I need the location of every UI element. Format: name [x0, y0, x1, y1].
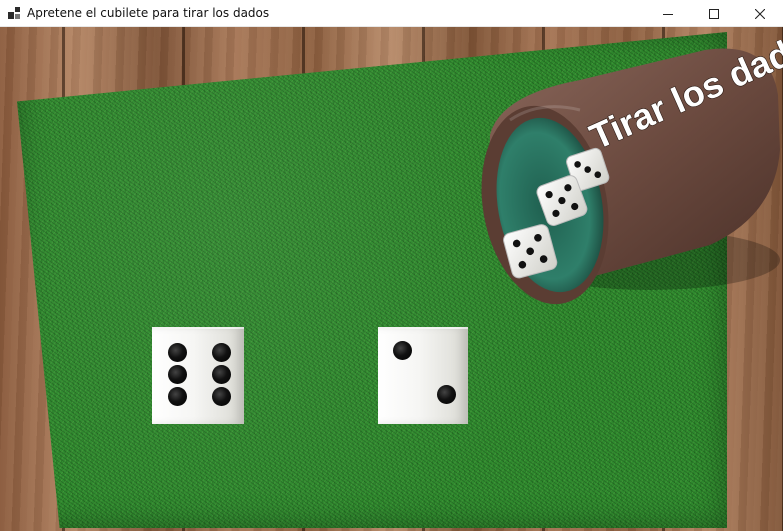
window-title: Apretene el cubilete para tirar los dado…	[27, 6, 270, 20]
close-button[interactable]	[737, 0, 783, 27]
pip	[168, 365, 187, 384]
result-die-1	[152, 327, 244, 424]
minimize-button[interactable]	[645, 0, 691, 27]
pip	[212, 365, 231, 384]
close-icon	[755, 8, 765, 19]
window-controls	[645, 0, 783, 27]
maximize-button[interactable]	[691, 0, 737, 27]
dice-cup-graphic: Tirar los dados!	[481, 40, 783, 305]
pip	[168, 343, 187, 362]
maximize-icon	[709, 8, 719, 19]
pip	[437, 385, 456, 404]
pip	[393, 341, 412, 360]
pip	[168, 387, 187, 406]
minimize-icon	[663, 13, 673, 15]
pip	[212, 343, 231, 362]
dice-cup-button[interactable]: Tirar los dados!	[470, 40, 783, 310]
window-titlebar: Apretene el cubilete para tirar los dado…	[0, 0, 783, 27]
result-die-2	[378, 327, 468, 424]
pip	[212, 387, 231, 406]
app-icon[interactable]	[8, 7, 20, 19]
